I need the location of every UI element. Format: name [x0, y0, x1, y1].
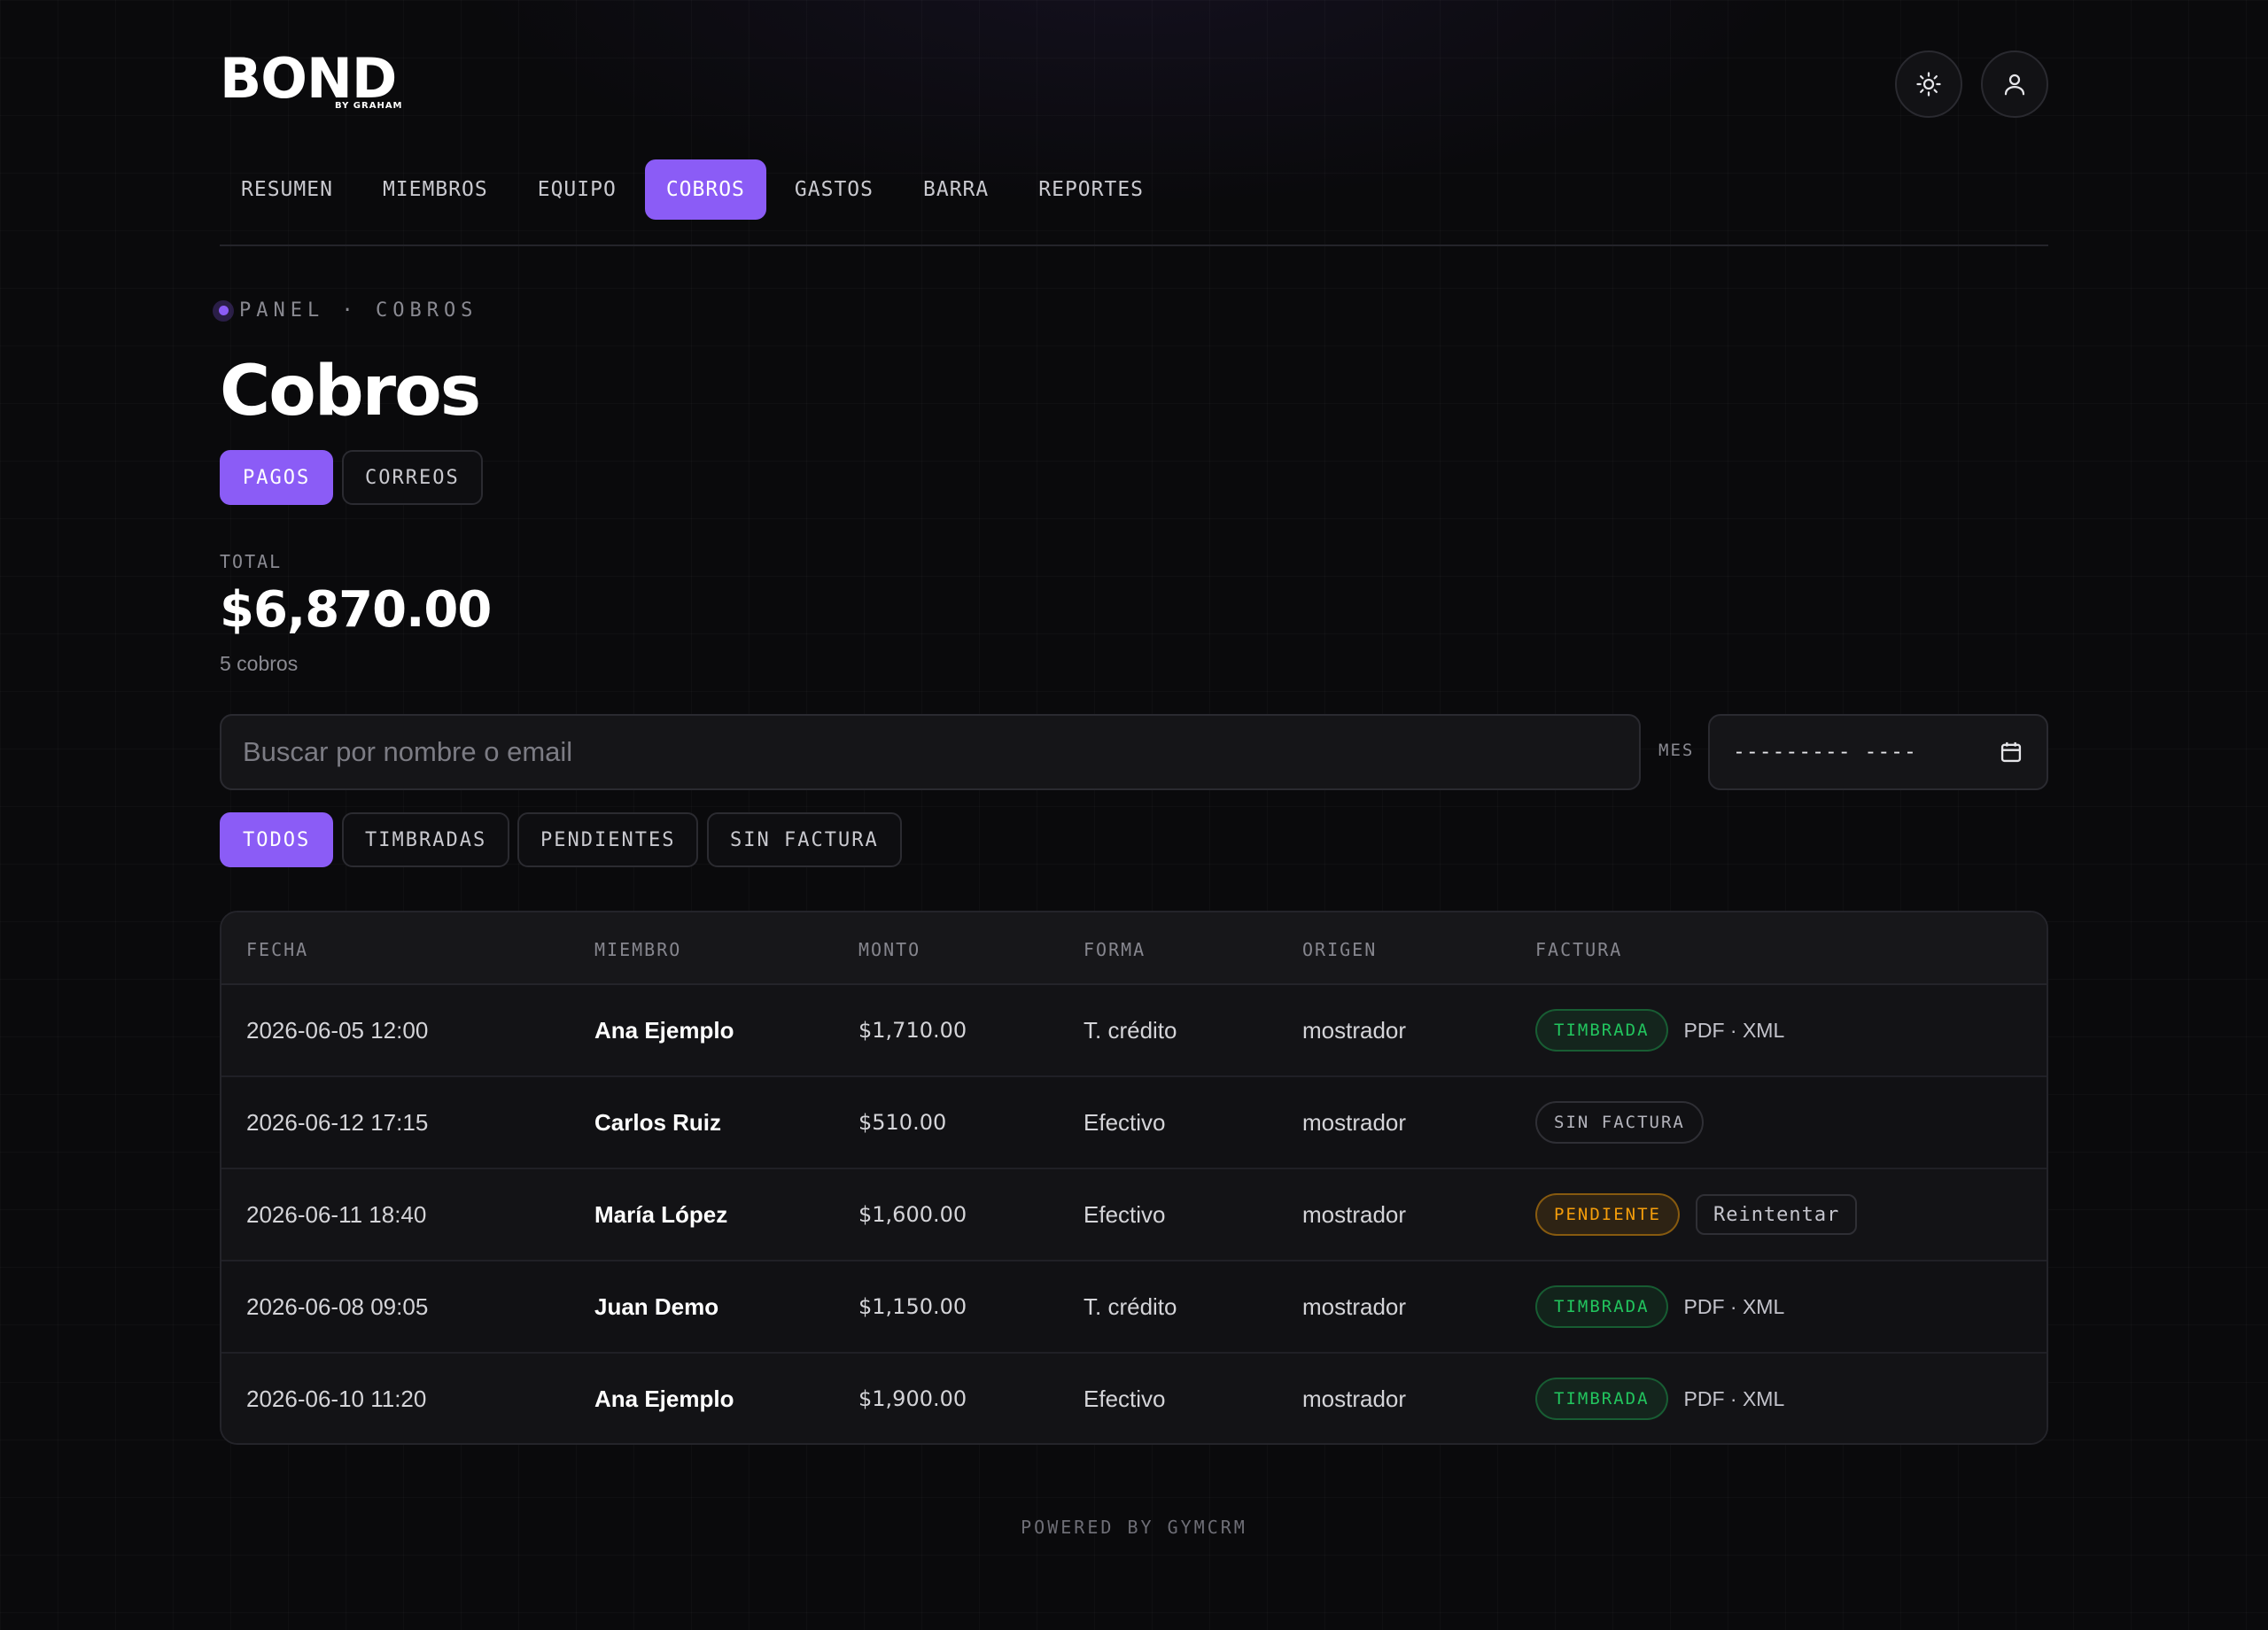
nav-item-equipo[interactable]: EQUIPO: [517, 159, 638, 220]
invoice-download-links[interactable]: PDF · XML: [1684, 1387, 1785, 1411]
total-value: $6,870.00: [220, 581, 492, 639]
status-dot-icon: [213, 299, 234, 322]
breadcrumb: PANEL · COBROS: [213, 299, 478, 322]
nav-item-cobros[interactable]: COBROS: [644, 159, 766, 220]
nav-item-resumen[interactable]: RESUMEN: [220, 159, 354, 220]
month-picker[interactable]: --------- ----: [1708, 714, 2048, 790]
cell-fecha: 2026-06-10 11:20: [246, 1385, 427, 1412]
payments-count: 5 cobros: [220, 652, 299, 675]
breadcrumb-text: PANEL · COBROS: [239, 299, 478, 322]
cell-fecha: 2026-06-05 12:00: [246, 1016, 429, 1044]
cell-factura: SIN FACTURA: [1535, 1077, 1704, 1168]
column-header-fecha[interactable]: FECHA: [246, 939, 308, 960]
cell-fecha: 2026-06-11 18:40: [246, 1200, 427, 1228]
filter-todos[interactable]: TODOS: [220, 812, 334, 867]
filter-sin-factura[interactable]: SIN FACTURA: [707, 812, 902, 867]
nav-item-reportes[interactable]: REPORTES: [1017, 159, 1165, 220]
cell-forma: Efectivo: [1084, 1385, 1166, 1412]
table-row[interactable]: 2026-06-05 12:00 Ana Ejemplo $1,710.00 T…: [221, 985, 2047, 1077]
footer-powered-by: POWERED BY GYMCRM: [1021, 1517, 1247, 1538]
logo-text: BOND: [220, 46, 397, 111]
cell-origen: mostrador: [1302, 1108, 1407, 1136]
table-row[interactable]: 2026-06-11 18:40 María López $1,600.00 E…: [221, 1169, 2047, 1261]
cell-miembro[interactable]: Ana Ejemplo: [594, 1354, 734, 1443]
month-value: --------- ----: [1733, 741, 1917, 764]
cell-origen: mostrador: [1302, 1200, 1407, 1228]
column-header-factura[interactable]: FACTURA: [1535, 939, 1622, 960]
logo-subtitle: BY GRAHAM: [335, 101, 403, 111]
cell-origen: mostrador: [1302, 1016, 1407, 1044]
cell-factura: PENDIENTE Reintentar: [1535, 1169, 1858, 1260]
nav-item-miembros[interactable]: MIEMBROS: [361, 159, 509, 220]
table-row[interactable]: 2026-06-08 09:05 Juan Demo $1,150.00 T. …: [221, 1261, 2047, 1354]
column-header-monto[interactable]: MONTO: [858, 939, 920, 960]
cell-fecha: 2026-06-12 17:15: [246, 1108, 429, 1136]
cell-monto: $1,710.00: [858, 1018, 967, 1043]
cell-factura: TIMBRADA PDF · XML: [1535, 1261, 1784, 1352]
cell-miembro[interactable]: Ana Ejemplo: [594, 985, 734, 1075]
page-title: Cobros: [220, 352, 481, 431]
nav-divider: [220, 244, 2048, 246]
cell-forma: Efectivo: [1084, 1200, 1166, 1228]
user-icon: [2004, 74, 2025, 96]
cell-factura: TIMBRADA PDF · XML: [1535, 1354, 1785, 1443]
cell-origen: mostrador: [1302, 1385, 1407, 1412]
main-nav: RESUMEN MIEMBROS EQUIPO COBROS GASTOS BA…: [220, 159, 1172, 220]
payments-table: FECHA MIEMBRO MONTO FORMA ORIGEN FACTURA…: [220, 911, 2048, 1445]
cell-miembro[interactable]: María López: [594, 1169, 727, 1260]
status-badge-timbrada: TIMBRADA: [1535, 1285, 1668, 1328]
nav-item-barra[interactable]: BARRA: [902, 159, 1010, 220]
cell-monto: $1,150.00: [858, 1294, 967, 1319]
cell-miembro[interactable]: Carlos Ruiz: [594, 1077, 721, 1168]
table-body: 2026-06-05 12:00 Ana Ejemplo $1,710.00 T…: [221, 985, 2047, 1443]
status-badge-sin-factura: SIN FACTURA: [1535, 1101, 1704, 1144]
cell-monto: $510.00: [858, 1110, 947, 1135]
column-header-forma[interactable]: FORMA: [1084, 939, 1146, 960]
cell-forma: Efectivo: [1084, 1108, 1166, 1136]
cell-forma: T. crédito: [1084, 1292, 1177, 1320]
cell-monto: $1,900.00: [858, 1386, 967, 1411]
theme-toggle-button[interactable]: [1895, 50, 1962, 118]
user-menu-button[interactable]: [1981, 50, 2048, 118]
tab-correos[interactable]: CORREOS: [342, 450, 483, 505]
cell-monto: $1,600.00: [858, 1202, 967, 1227]
month-label: MES: [1658, 741, 1695, 760]
sun-icon: [1916, 72, 1941, 97]
status-badge-timbrada: TIMBRADA: [1535, 1009, 1668, 1052]
calendar-icon[interactable]: [1999, 740, 2023, 765]
retry-button[interactable]: Reintentar: [1695, 1194, 1858, 1235]
status-badge-pendiente: PENDIENTE: [1535, 1193, 1680, 1236]
total-label: TOTAL: [220, 551, 283, 572]
tab-pagos[interactable]: PAGOS: [220, 450, 334, 505]
table-header: FECHA MIEMBRO MONTO FORMA ORIGEN FACTURA: [221, 912, 2047, 985]
cell-fecha: 2026-06-08 09:05: [246, 1292, 429, 1320]
invoice-download-links[interactable]: PDF · XML: [1684, 1019, 1785, 1043]
cell-forma: T. crédito: [1084, 1016, 1177, 1044]
status-badge-timbrada: TIMBRADA: [1535, 1378, 1668, 1420]
invoice-download-links[interactable]: PDF · XML: [1684, 1295, 1785, 1319]
cell-miembro[interactable]: Juan Demo: [594, 1261, 718, 1352]
filter-timbradas[interactable]: TIMBRADAS: [342, 812, 510, 867]
cell-origen: mostrador: [1302, 1292, 1407, 1320]
brand-logo[interactable]: BOND BY GRAHAM: [220, 51, 423, 115]
table-row[interactable]: 2026-06-12 17:15 Carlos Ruiz $510.00 Efe…: [221, 1077, 2047, 1169]
search-input[interactable]: [220, 714, 1641, 790]
filter-pendientes[interactable]: PENDIENTES: [517, 812, 699, 867]
column-header-miembro[interactable]: MIEMBRO: [594, 939, 681, 960]
column-header-origen[interactable]: ORIGEN: [1302, 939, 1377, 960]
nav-item-gastos[interactable]: GASTOS: [773, 159, 895, 220]
cell-factura: TIMBRADA PDF · XML: [1535, 985, 1784, 1075]
table-row[interactable]: 2026-06-10 11:20 Ana Ejemplo $1,900.00 E…: [221, 1354, 2047, 1443]
